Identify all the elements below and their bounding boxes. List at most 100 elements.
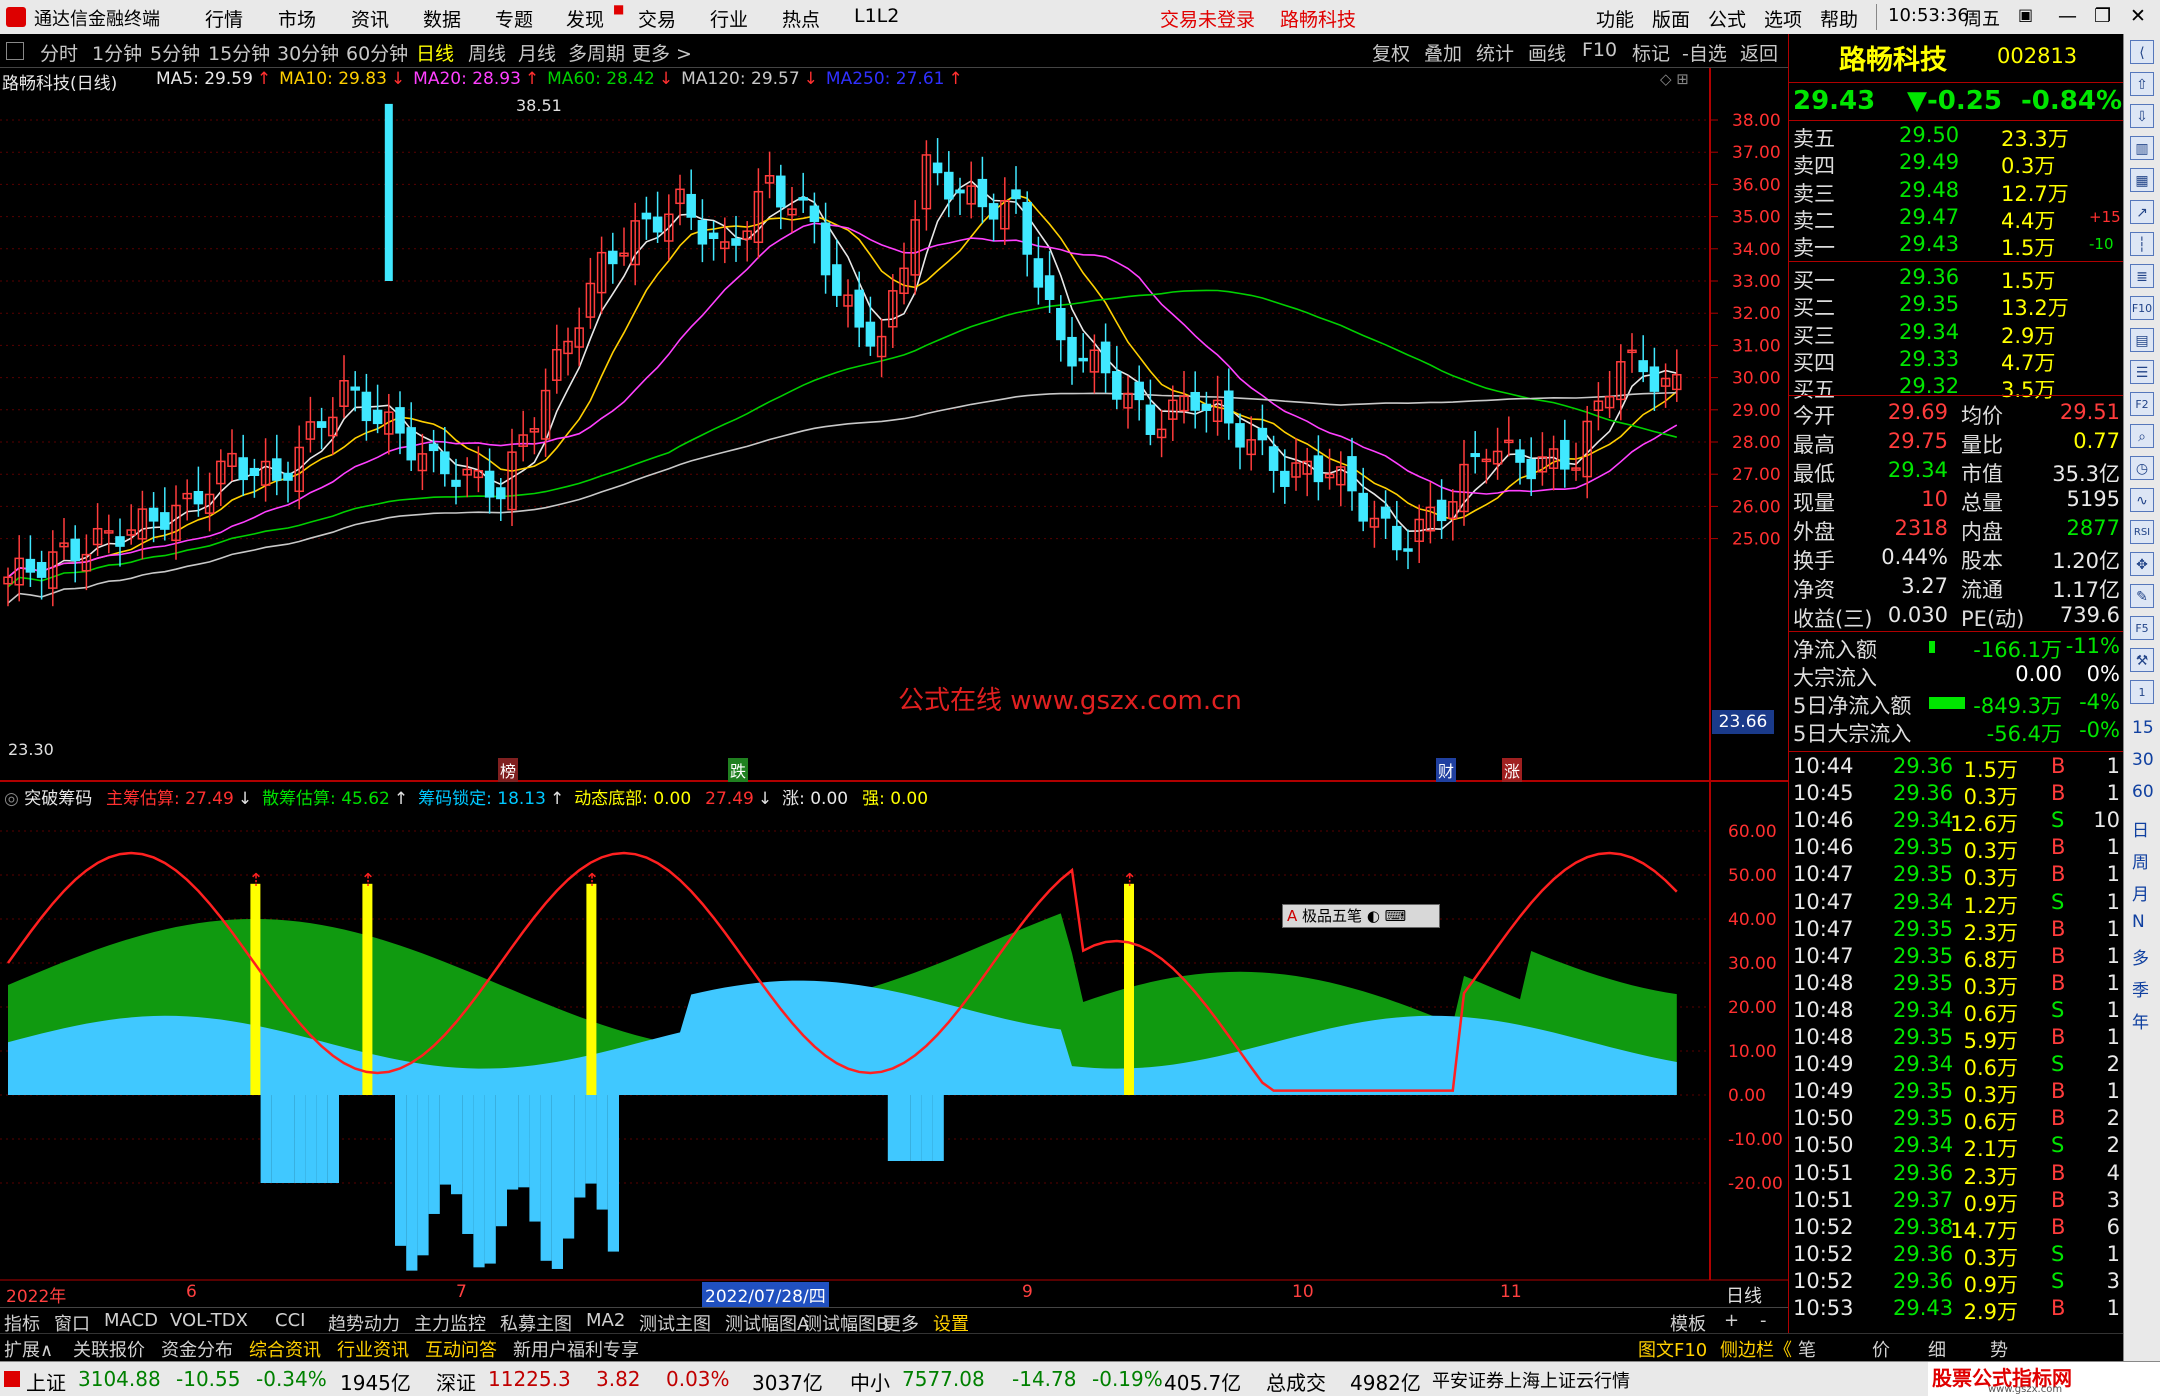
indicator-tab[interactable]: CCI xyxy=(275,1310,305,1331)
tool-f10[interactable]: F10 xyxy=(1582,39,1617,61)
menu-formula[interactable]: 公式 xyxy=(1708,5,1746,32)
tool-adjust[interactable]: 复权 xyxy=(1372,39,1410,66)
info-tab[interactable]: 综合资讯 xyxy=(249,1336,321,1362)
one-icon[interactable]: 1 xyxy=(2130,680,2154,704)
info-tab[interactable]: 资金分布 xyxy=(161,1336,233,1362)
side-week[interactable]: 周 xyxy=(2132,848,2149,873)
marker-fall-icon[interactable]: 跌 xyxy=(728,758,749,782)
kline-chart[interactable]: 38.00 37.00 36.00 35.00 34.00 33.00 32.00 31.00… xyxy=(0,68,1788,1307)
period-more[interactable]: 更多 > xyxy=(632,39,692,66)
marker-finance-icon[interactable]: 财 xyxy=(1436,758,1457,782)
grid-icon[interactable]: ▤ xyxy=(2130,328,2154,352)
menu-hotspot[interactable]: 热点 xyxy=(782,5,820,32)
kline-icon[interactable]: ┆ xyxy=(2130,232,2154,256)
side-month[interactable]: 月 xyxy=(2132,880,2149,905)
marker-list-icon[interactable]: 榜 xyxy=(498,758,519,782)
period-daily[interactable]: 日线 xyxy=(416,39,454,66)
info-tab[interactable]: 扩展∧ xyxy=(4,1336,53,1362)
settings-icon[interactable]: ✥ xyxy=(2130,552,2154,576)
window-menu-icon[interactable]: ▣ xyxy=(2018,5,2033,24)
sz-name[interactable]: 深证 xyxy=(436,1367,476,1396)
menu-function[interactable]: 功能 xyxy=(1596,5,1634,32)
tab-remove[interactable]: - xyxy=(1760,1310,1767,1331)
chart-icon[interactable]: ▥ xyxy=(2130,136,2154,160)
trend-icon[interactable]: ↗ xyxy=(2130,200,2154,224)
wave-icon[interactable]: ∿ xyxy=(2130,488,2154,512)
side-multi[interactable]: 多 xyxy=(2132,944,2149,969)
side-num-60[interactable]: 60 xyxy=(2132,782,2154,802)
period-15min[interactable]: 15分钟 xyxy=(208,39,270,66)
indicator-tab[interactable]: VOL-TDX xyxy=(170,1310,248,1331)
marker-rise-icon[interactable]: 涨 xyxy=(1502,758,1523,782)
menu-options[interactable]: 选项 xyxy=(1764,5,1802,32)
sh-name[interactable]: 上证 xyxy=(26,1367,66,1396)
close-icon[interactable]: ✕ xyxy=(2130,5,2146,27)
side-year[interactable]: 年 xyxy=(2132,1008,2149,1033)
rsi-icon[interactable]: RSI xyxy=(2130,520,2154,544)
menu-discover[interactable]: 发现 xyxy=(566,5,604,32)
period-5min[interactable]: 5分钟 xyxy=(150,39,200,66)
ime-popup[interactable]: A 极品五笔 ◐ ⌨ xyxy=(1282,904,1440,928)
list-icon[interactable]: ≣ xyxy=(2130,264,2154,288)
menu-trade[interactable]: 交易 xyxy=(638,5,676,32)
toolbar-toggle-icon[interactable] xyxy=(6,42,24,60)
menu-data[interactable]: 数据 xyxy=(423,5,461,32)
pen-icon[interactable]: ✎ xyxy=(2130,584,2154,608)
tab-detail[interactable]: 细 xyxy=(1928,1336,1946,1362)
info-icon[interactable]: ☰ xyxy=(2130,360,2154,384)
period-weekly[interactable]: 周线 xyxy=(468,39,506,66)
expand-icon[interactable]: ⟨ xyxy=(2130,40,2154,64)
side-day[interactable]: 日 xyxy=(2132,816,2149,841)
menu-market[interactable]: 市场 xyxy=(278,5,316,32)
tool-watchlist[interactable]: -自选 xyxy=(1682,39,1727,66)
indicator-tab[interactable]: MA2 xyxy=(586,1310,625,1331)
arrow-up-icon[interactable]: ⇧ xyxy=(2130,72,2154,96)
period-60min[interactable]: 60分钟 xyxy=(346,39,408,66)
search-icon[interactable]: ⌕ xyxy=(2130,424,2154,448)
period-1min[interactable]: 1分钟 xyxy=(92,39,142,66)
period-multi[interactable]: 多周期 xyxy=(568,39,625,66)
side-quarter[interactable]: 季 xyxy=(2132,976,2149,1001)
info-tab[interactable]: 互动问答 xyxy=(425,1336,497,1362)
tab-sidebar[interactable]: 侧边栏《 xyxy=(1720,1336,1792,1362)
tab-trend[interactable]: 势 xyxy=(1990,1336,2008,1362)
menu-industry[interactable]: 行业 xyxy=(710,5,748,32)
menu-news[interactable]: 资讯 xyxy=(351,5,389,32)
period-tick[interactable]: 分时 xyxy=(40,39,78,66)
zx-name[interactable]: 中小 xyxy=(850,1367,890,1396)
arrow-down-icon[interactable]: ⇩ xyxy=(2130,104,2154,128)
menu-layout[interactable]: 版面 xyxy=(1652,5,1690,32)
side-num-15[interactable]: 15 xyxy=(2132,718,2154,738)
info-tab[interactable]: 行业资讯 xyxy=(337,1336,409,1362)
table-icon[interactable]: ▦ xyxy=(2130,168,2154,192)
period-30min[interactable]: 30分钟 xyxy=(277,39,339,66)
tool-draw[interactable]: 画线 xyxy=(1528,39,1566,66)
info-tab[interactable]: 新用户福利专享 xyxy=(513,1336,639,1362)
chart-options-icon[interactable]: ◇ ⊞ xyxy=(1660,70,1689,88)
info-tab[interactable]: 关联报价 xyxy=(73,1336,145,1362)
f10-icon[interactable]: F10 xyxy=(2130,296,2154,320)
tool-overlay[interactable]: 叠加 xyxy=(1424,39,1462,66)
menu-quotes[interactable]: 行情 xyxy=(205,5,243,32)
tool-back[interactable]: 返回 xyxy=(1740,39,1778,66)
menu-l1l2[interactable]: L1L2 xyxy=(854,5,899,27)
menu-topics[interactable]: 专题 xyxy=(495,5,533,32)
minimize-icon[interactable]: — xyxy=(2058,5,2077,27)
tools-icon[interactable]: ⚒ xyxy=(2130,648,2154,672)
indicator-tab[interactable]: MACD xyxy=(104,1310,158,1331)
f2-icon[interactable]: F2 xyxy=(2130,392,2154,416)
tab-add[interactable]: + xyxy=(1724,1310,1739,1331)
side-num-30[interactable]: 30 xyxy=(2132,750,2154,770)
tab-graphic-f10[interactable]: 图文F10 xyxy=(1638,1336,1707,1362)
period-monthly[interactable]: 月线 xyxy=(518,39,556,66)
clock-icon[interactable]: ◷ xyxy=(2130,456,2154,480)
f5-icon[interactable]: F5 xyxy=(2130,616,2154,640)
side-n[interactable]: N xyxy=(2132,912,2145,932)
tool-stats[interactable]: 统计 xyxy=(1476,39,1514,66)
login-status[interactable]: 交易未登录 xyxy=(1160,5,1255,32)
tab-price[interactable]: 价 xyxy=(1872,1336,1890,1362)
tab-trades[interactable]: 笔 xyxy=(1798,1336,1816,1362)
restore-icon[interactable]: ❐ xyxy=(2094,5,2111,27)
tool-mark[interactable]: 标记 xyxy=(1632,39,1670,66)
menu-help[interactable]: 帮助 xyxy=(1820,5,1858,32)
